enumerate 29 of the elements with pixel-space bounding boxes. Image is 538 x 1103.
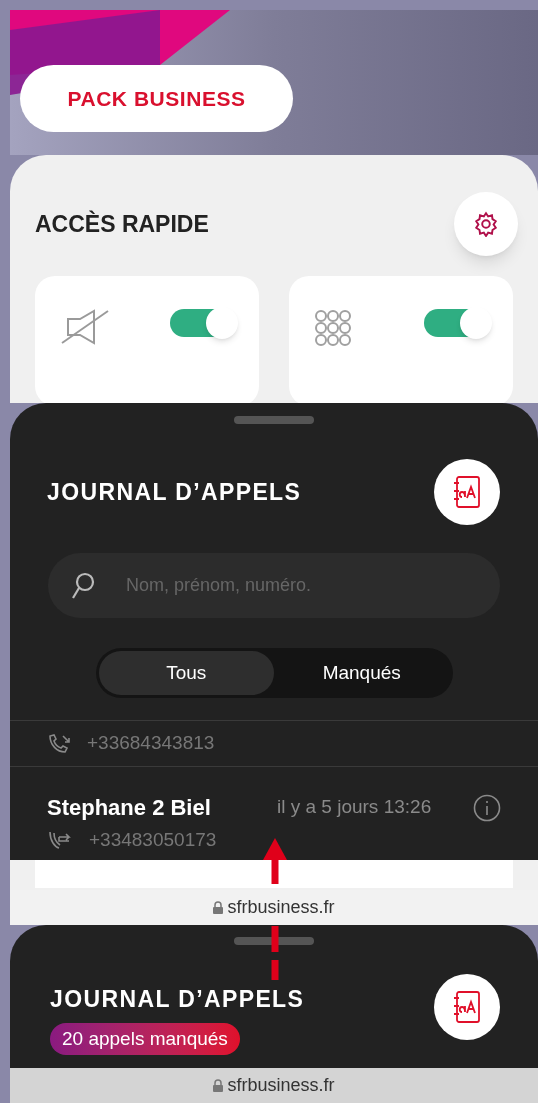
call-time: il y a 5 jours 13:26 (277, 795, 433, 820)
pack-business-button[interactable]: PACK BUSINESS (20, 65, 293, 132)
drag-handle[interactable] (234, 937, 314, 945)
search-icon (70, 571, 96, 601)
gear-icon (473, 211, 499, 237)
address-book-icon (451, 475, 483, 509)
drag-handle[interactable] (234, 416, 314, 424)
missed-calls-badge: 20 appels manqués (50, 1022, 240, 1055)
lock-icon (213, 1079, 224, 1092)
quick-access-tile[interactable] (289, 276, 513, 403)
phone-number: +33483050173 (89, 828, 217, 852)
sheet-title: JOURNAL D’APPELS (47, 477, 302, 507)
search-field[interactable]: Nom, prénom, numéro. (48, 553, 500, 618)
dot-grid-icon (314, 309, 352, 347)
section-title: ACCÈS RAPIDE (35, 209, 209, 239)
address-book-icon (451, 989, 483, 1024)
info-icon[interactable] (473, 793, 501, 822)
url-bar[interactable]: sfrbusiness.fr (10, 1068, 538, 1103)
settings-button[interactable] (454, 192, 518, 256)
filter-tab[interactable]: Tous (98, 651, 274, 695)
lock-icon (213, 901, 224, 914)
incoming-call-icon (47, 732, 73, 755)
url-bar[interactable]: sfrbusiness.fr (10, 890, 538, 925)
contact-name: Stephane 2 Biel (47, 794, 212, 822)
phone-number: +33684343813 (87, 731, 215, 756)
quick-access-tile[interactable] (35, 276, 259, 403)
filter-tab[interactable]: Manqués (274, 651, 450, 695)
muted-speaker-icon (60, 309, 110, 345)
sheet-title: JOURNAL D’APPELS (50, 985, 305, 1014)
